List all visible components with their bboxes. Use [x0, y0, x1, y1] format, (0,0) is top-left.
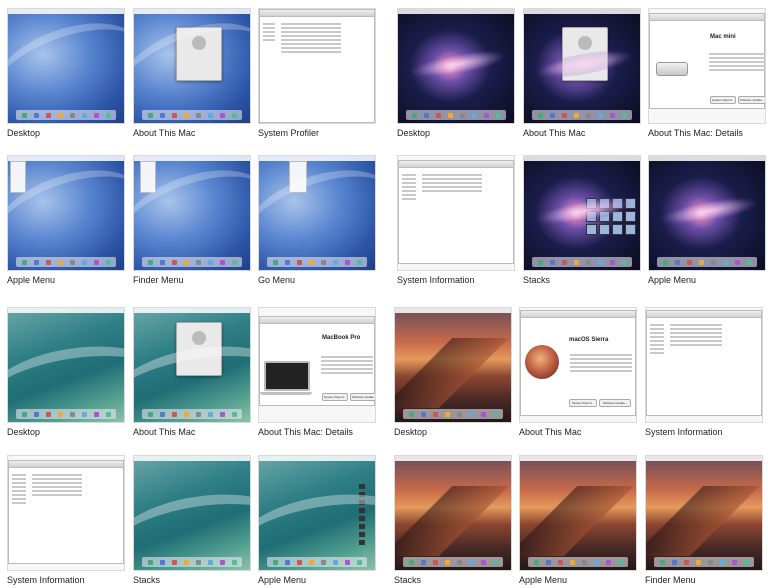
thumbnail-image[interactable] — [394, 307, 512, 423]
thumbnail-image[interactable] — [394, 455, 512, 571]
tile-go-menu[interactable]: Go Menu — [258, 155, 376, 286]
thumb-title: macOS Sierra — [569, 337, 609, 343]
thumbnail-image[interactable] — [133, 155, 251, 271]
thumbnail-caption: Finder Menu — [645, 575, 696, 585]
thumbnail-caption: Apple Menu — [7, 275, 56, 285]
system-report-button: System Report... — [710, 96, 736, 104]
tile-system-profiler[interactable]: System Profiler — [258, 8, 376, 139]
thumbnail-image[interactable] — [645, 307, 763, 423]
tile-about-this-mac[interactable]: About This Mac — [133, 8, 251, 139]
thumb-title: MacBook Pro — [322, 335, 361, 341]
tile-desktop[interactable]: Desktop — [7, 307, 125, 438]
system-report-button: System Report... — [322, 393, 348, 401]
thumbnail-image[interactable] — [258, 455, 376, 571]
thumbnail-image[interactable]: MacBook Pro System Report... Software Up… — [258, 307, 376, 423]
tile-about-this-mac-details[interactable]: MacBook Pro System Report... Software Up… — [258, 307, 376, 438]
thumbnail-image[interactable] — [7, 455, 125, 571]
tile-about-this-mac[interactable]: macOS Sierra System Report... Software U… — [519, 307, 637, 438]
thumbnail-caption: Apple Menu — [258, 575, 307, 585]
thumbnail-image[interactable]: Mac mini System Report... Software Updat… — [648, 8, 766, 124]
tile-finder-menu[interactable]: Finder Menu — [645, 455, 763, 586]
thumbnail-caption: Desktop — [394, 427, 428, 437]
thumbnail-image[interactable] — [258, 155, 376, 271]
tile-stacks[interactable]: Stacks — [523, 155, 641, 286]
tile-system-information[interactable]: System Information — [7, 455, 125, 586]
software-update-button: Software Update... — [599, 399, 631, 407]
thumbnail-image[interactable] — [7, 155, 125, 271]
thumbnail-caption: Stacks — [394, 575, 422, 585]
thumbnail-caption: Desktop — [397, 128, 431, 138]
thumbnail-caption: Apple Menu — [648, 275, 697, 285]
thumbnail-caption: About This Mac — [133, 128, 196, 138]
thumbnail-caption: About This Mac — [523, 128, 586, 138]
tile-about-this-mac[interactable]: About This Mac — [523, 8, 641, 139]
tile-finder-menu[interactable]: Finder Menu — [133, 155, 251, 286]
thumbnail-caption: System Information — [397, 275, 475, 285]
tile-about-this-mac[interactable]: About This Mac — [133, 307, 251, 438]
thumbnail-caption: Stacks — [523, 275, 551, 285]
thumbnail-caption: Stacks — [133, 575, 161, 585]
thumbnail-caption: About This Mac — [133, 427, 196, 437]
tile-apple-menu[interactable]: Apple Menu — [648, 155, 766, 286]
thumbnail-image[interactable] — [133, 8, 251, 124]
thumbnail-image[interactable] — [7, 8, 125, 124]
tile-apple-menu[interactable]: Apple Menu — [258, 455, 376, 586]
tile-system-information[interactable]: System Information — [645, 307, 763, 438]
thumbnail-image[interactable] — [133, 455, 251, 571]
thumbnail-image[interactable] — [523, 8, 641, 124]
thumbnail-image[interactable] — [397, 8, 515, 124]
tile-system-information[interactable]: System Information — [397, 155, 515, 286]
thumb-title: Mac mini — [710, 34, 736, 40]
tile-desktop[interactable]: Desktop — [394, 307, 512, 438]
tile-apple-menu[interactable]: Apple Menu — [519, 455, 637, 586]
thumbnail-caption: About This Mac: Details — [258, 427, 353, 437]
tile-stacks[interactable]: Stacks — [133, 455, 251, 586]
thumbnail-image[interactable] — [133, 307, 251, 423]
thumbnail-image[interactable] — [523, 155, 641, 271]
thumbnail-caption: About This Mac: Details — [648, 128, 743, 138]
thumbnail-caption: System Information — [645, 427, 723, 437]
tile-stacks[interactable]: Stacks — [394, 455, 512, 586]
tile-about-this-mac-details[interactable]: Mac mini System Report... Software Updat… — [648, 8, 766, 139]
thumbnail-caption: System Profiler — [258, 128, 320, 138]
thumbnail-caption: Go Menu — [258, 275, 296, 285]
tile-desktop[interactable]: Desktop — [7, 8, 125, 139]
tile-desktop[interactable]: Desktop — [397, 8, 515, 139]
system-report-button: System Report... — [569, 399, 597, 407]
thumbnail-caption: Desktop — [7, 128, 41, 138]
thumbnail-image[interactable] — [648, 155, 766, 271]
thumbnail-caption: Finder Menu — [133, 275, 184, 285]
thumbnail-caption: Desktop — [7, 427, 41, 437]
software-update-button: Software Update... — [738, 96, 765, 104]
tile-apple-menu[interactable]: Apple Menu — [7, 155, 125, 286]
thumbnail-image[interactable] — [645, 455, 763, 571]
thumbnail-image[interactable] — [7, 307, 125, 423]
thumbnail-image[interactable] — [519, 455, 637, 571]
thumbnail-image[interactable] — [258, 8, 376, 124]
thumbnail-image[interactable] — [397, 155, 515, 271]
thumbnail-caption: About This Mac — [519, 427, 582, 437]
thumbnail-caption: Apple Menu — [519, 575, 568, 585]
software-update-button: Software Update... — [350, 393, 376, 401]
thumbnail-caption: System Information — [7, 575, 85, 585]
thumbnail-image[interactable]: macOS Sierra System Report... Software U… — [519, 307, 637, 423]
